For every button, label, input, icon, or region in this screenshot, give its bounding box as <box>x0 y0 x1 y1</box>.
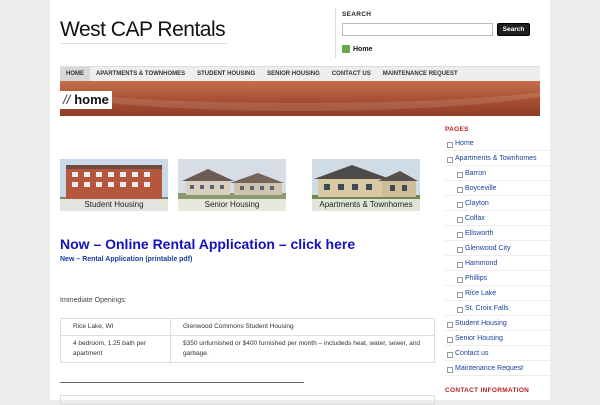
home-shortcut[interactable]: Home <box>342 45 372 53</box>
title-divider <box>60 43 228 44</box>
site-title[interactable]: West CAP Rentals <box>60 18 226 42</box>
nav-contact-us[interactable]: CONTACT US <box>326 67 377 81</box>
next-openings-table <box>60 395 435 405</box>
sidebar-item-glenwood-city[interactable]: Glenwood City <box>445 241 550 256</box>
sidebar-item-senior-housing[interactable]: Senior Housing <box>445 331 550 346</box>
table-row: Rice Lake, WI Glenwood Commons Student H… <box>60 318 435 336</box>
page-banner: //home <box>60 81 540 116</box>
header-divider <box>335 8 336 58</box>
nav-senior-housing[interactable]: SENIOR HOUSING <box>261 67 326 81</box>
sidebar-item-home[interactable]: Home <box>445 136 550 151</box>
sidebar-item-contact-us[interactable]: Contact us <box>445 346 550 361</box>
openings-table: Rice Lake, WI Glenwood Commons Student H… <box>60 318 435 363</box>
sidebar-item-hammond[interactable]: Hammond <box>445 256 550 271</box>
sidebar-item-barron[interactable]: Barron <box>445 166 550 181</box>
page-container: West CAP Rentals SEARCH Search Home HOME… <box>50 0 550 405</box>
openings-heading: Immediate Openings: <box>60 297 127 304</box>
sidebar-item-phillips[interactable]: Phillips <box>445 271 550 286</box>
sidebar-item-rice-lake[interactable]: Rice Lake <box>445 286 550 301</box>
home-icon <box>342 45 350 53</box>
search-input[interactable] <box>342 23 493 36</box>
printable-application-link[interactable]: Rental Application (printable pdf) <box>82 256 192 263</box>
nav-home[interactable]: HOME <box>60 67 90 81</box>
sidebar-item-boyceville[interactable]: Boyceville <box>445 181 550 196</box>
search-button[interactable]: Search <box>497 23 530 36</box>
online-application-link[interactable]: Now – Online Rental Application – click … <box>60 236 355 252</box>
page-title-prefix: // <box>63 92 71 107</box>
student-housing-thumbnail[interactable]: Student Housing <box>60 159 168 211</box>
search-label: SEARCH <box>342 11 372 18</box>
nav-maintenance-request[interactable]: MAINTENANCE REQUEST <box>377 67 464 81</box>
page-title-text: home <box>74 92 109 107</box>
banner-decoration <box>60 81 540 111</box>
main-nav: HOME APARTMENTS & TOWNHOMES STUDENT HOUS… <box>60 66 540 81</box>
sidebar-list: Home Apartments & Townhomes Barron Boyce… <box>445 136 550 376</box>
table-cell: Glenwood Commons Student Housing <box>170 318 435 336</box>
thumbnail-caption: Senior Housing <box>178 199 286 211</box>
apartments-thumbnail[interactable]: Apartments & Townhomes <box>312 159 420 211</box>
sidebar-item-colfax[interactable]: Colfax <box>445 211 550 226</box>
page-title: //home <box>60 91 112 109</box>
content-divider <box>60 382 304 383</box>
thumbnail-caption: Apartments & Townhomes <box>312 199 420 211</box>
sidebar: PAGES Home Apartments & Townhomes Barron… <box>445 126 550 394</box>
table-cell: 4 bedroom, 1.25 bath per apartment <box>60 335 171 363</box>
thumbnail-caption: Student Housing <box>60 199 168 211</box>
sidebar-contact-heading: CONTACT INFORMATION <box>445 387 530 394</box>
table-cell: Rice Lake, WI <box>60 318 171 336</box>
nav-apartments[interactable]: APARTMENTS & TOWNHOMES <box>90 67 191 81</box>
home-shortcut-label: Home <box>353 45 373 53</box>
table-row: 4 bedroom, 1.25 bath per apartment $350 … <box>60 335 435 363</box>
table-cell: $350 unfurnished or $400 furnished per m… <box>170 335 435 363</box>
sidebar-item-apartments[interactable]: Apartments & Townhomes <box>445 151 550 166</box>
nav-student-housing[interactable]: STUDENT HOUSING <box>191 67 261 81</box>
senior-housing-thumbnail[interactable]: Senior Housing <box>178 159 286 211</box>
sidebar-item-clayton[interactable]: Clayton <box>445 196 550 211</box>
sidebar-item-ellsworth[interactable]: Ellsworth <box>445 226 550 241</box>
new-prefix: New – <box>60 256 81 263</box>
sidebar-item-st-croix-falls[interactable]: St. Croix Falls <box>445 301 550 316</box>
sidebar-item-student-housing[interactable]: Student Housing <box>445 316 550 331</box>
printable-application-line: New – Rental Application (printable pdf) <box>60 256 192 263</box>
sidebar-pages-heading: PAGES <box>445 126 469 133</box>
sidebar-item-maintenance-request[interactable]: Maintenance Request <box>445 361 550 376</box>
